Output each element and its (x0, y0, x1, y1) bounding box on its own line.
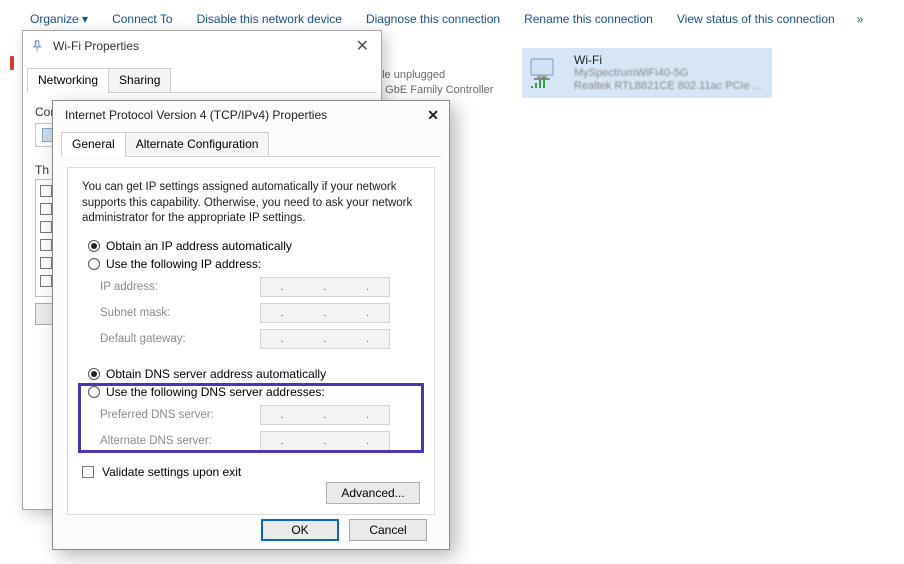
preferred-dns-label: Preferred DNS server: (100, 409, 260, 421)
adapter-text: Wi-Fi MySpectrumWiFi40-5G Realtek RTL882… (574, 53, 762, 94)
adapter-name: Wi-Fi (574, 53, 762, 67)
wifi-adapter-icon (528, 54, 566, 92)
connect-to-button[interactable]: Connect To (100, 8, 185, 30)
overflow-button[interactable]: » (847, 8, 876, 30)
advanced-button[interactable]: Advanced... (326, 482, 420, 504)
adapter-ssid: MySpectrumWiFi40-5G (574, 67, 762, 80)
bg-line2: e GbE Family Controller (376, 83, 493, 98)
default-gateway-label: Default gateway: (100, 333, 260, 345)
default-gateway-input: ... (260, 329, 390, 349)
radio-use-ip-label: Use the following IP address: (106, 257, 261, 271)
checkbox-icon (82, 466, 94, 478)
diagnose-button[interactable]: Diagnose this connection (354, 8, 512, 30)
validate-label: Validate settings upon exit (102, 465, 241, 479)
ipv4-footer: OK Cancel (53, 519, 449, 541)
disable-device-button[interactable]: Disable this network device (185, 8, 354, 30)
ipv4-description: You can get IP settings assigned automat… (82, 180, 420, 227)
radio-auto-dns[interactable]: Obtain DNS server address automatically (88, 367, 420, 381)
wifi-props-title: Wi-Fi Properties (53, 39, 352, 53)
command-bar: Organize ▾ Connect To Disable this netwo… (18, 8, 894, 30)
radio-use-dns[interactable]: Use the following DNS server addresses: (88, 385, 420, 399)
ip-fields-group: IP address:... Subnet mask:... Default g… (100, 277, 420, 349)
ipv4-tabs: General Alternate Configuration (61, 131, 441, 157)
organize-menu[interactable]: Organize ▾ (18, 8, 100, 30)
properties-icon (31, 39, 45, 53)
radio-icon (88, 368, 100, 380)
preferred-dns-input: ... (260, 405, 390, 425)
ok-button[interactable]: OK (261, 519, 339, 541)
rename-button[interactable]: Rename this connection (512, 8, 665, 30)
close-icon[interactable]: ✕ (352, 36, 373, 56)
cancel-button[interactable]: Cancel (349, 519, 427, 541)
close-icon[interactable]: ✕ (427, 107, 439, 124)
radio-icon (88, 240, 100, 252)
ipv4-title: Internet Protocol Version 4 (TCP/IPv4) P… (65, 108, 427, 122)
ip-address-label: IP address: (100, 281, 260, 293)
tab-general[interactable]: General (61, 132, 126, 157)
wifi-props-tabs: Networking Sharing (27, 67, 377, 93)
alternate-dns-label: Alternate DNS server: (100, 435, 260, 447)
radio-auto-dns-label: Obtain DNS server address automatically (106, 367, 326, 381)
ipv4-titlebar[interactable]: Internet Protocol Version 4 (TCP/IPv4) P… (53, 101, 449, 129)
alternate-dns-input: ... (260, 431, 390, 451)
dns-group: Use the following DNS server addresses: … (82, 385, 420, 451)
tab-networking[interactable]: Networking (27, 68, 109, 93)
subnet-mask-input: ... (260, 303, 390, 323)
dns-fields-group: Preferred DNS server:... Alternate DNS s… (100, 405, 420, 451)
bg-line1: ble unplugged (376, 68, 493, 83)
ip-address-input: ... (260, 277, 390, 297)
tab-alt-config[interactable]: Alternate Configuration (125, 132, 270, 157)
background-sliver (10, 50, 18, 78)
validate-checkbox-row[interactable]: Validate settings upon exit (82, 465, 420, 479)
view-status-button[interactable]: View status of this connection (665, 8, 847, 30)
ipv4-properties-dialog: Internet Protocol Version 4 (TCP/IPv4) P… (52, 100, 450, 550)
adapter-status-text: ble unplugged e GbE Family Controller (376, 68, 493, 98)
tab-sharing[interactable]: Sharing (108, 68, 171, 93)
radio-use-ip[interactable]: Use the following IP address: (88, 257, 420, 271)
radio-icon (88, 386, 100, 398)
wifi-adapter-tile[interactable]: Wi-Fi MySpectrumWiFi40-5G Realtek RTL882… (522, 48, 772, 98)
adapter-device: Realtek RTL8821CE 802.11ac PCIe ... (574, 80, 762, 93)
radio-icon (88, 258, 100, 270)
ipv4-content: You can get IP settings assigned automat… (67, 167, 435, 515)
radio-use-dns-label: Use the following DNS server addresses: (106, 385, 325, 399)
radio-auto-ip-label: Obtain an IP address automatically (106, 239, 292, 253)
subnet-mask-label: Subnet mask: (100, 307, 260, 319)
wifi-props-titlebar[interactable]: Wi-Fi Properties ✕ (23, 31, 381, 61)
radio-auto-ip[interactable]: Obtain an IP address automatically (88, 239, 420, 253)
